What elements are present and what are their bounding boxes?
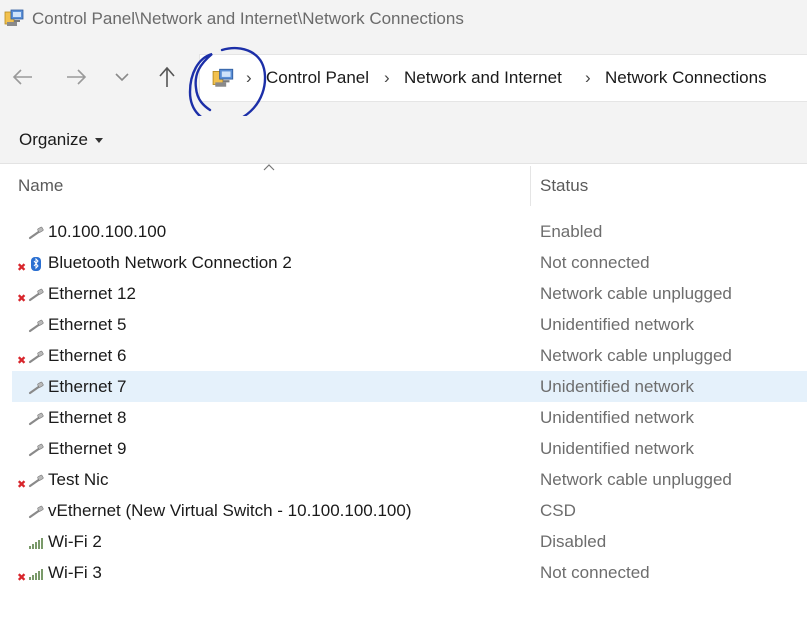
breadcrumb-separator[interactable]: › [585,68,591,88]
column-header-status[interactable]: Status [540,176,588,196]
connection-row-content: Ethernet 9 Unidentified network [0,433,807,464]
connection-status: Network cable unplugged [540,470,732,490]
breadcrumb-network-and-internet[interactable]: Network and Internet [404,68,562,88]
connection-row[interactable]: 10.100.100.100 Enabled [0,216,807,247]
connection-row-content: ✖ Ethernet 12 Network cable unplugged [0,278,807,309]
connection-status: Network cable unplugged [540,284,732,304]
wifi-signal-icon [28,536,44,550]
connection-row-content: 10.100.100.100 Enabled [0,216,807,247]
ethernet-icon [28,350,44,364]
error-x-icon: ✖ [17,356,26,366]
caret-down-icon [95,138,103,143]
connection-name: Ethernet 8 [48,408,126,428]
connection-row[interactable]: Wi-Fi 2 Disabled [0,526,807,557]
connection-status: Enabled [540,222,602,242]
connection-status: Unidentified network [540,315,694,335]
connection-row-content: Wi-Fi 2 Disabled [0,526,807,557]
column-header-name[interactable]: Name [18,176,63,196]
wifi-signal-icon [28,567,44,581]
connection-row[interactable]: ✖ Test Nic Network cable unplugged [0,464,807,495]
connection-name: Ethernet 5 [48,315,126,335]
arrow-up-icon [157,66,177,88]
breadcrumb-separator[interactable]: › [246,68,252,88]
connection-name: Ethernet 12 [48,284,136,304]
ethernet-icon [28,474,44,488]
ethernet-icon [28,319,44,333]
arrow-right-icon [65,68,87,86]
connection-status: Unidentified network [540,377,694,397]
network-connections-icon [4,8,26,28]
connection-name: Wi-Fi 3 [48,563,102,583]
address-bar[interactable]: › Control Panel › Network and Internet ›… [199,54,807,102]
connection-status: Not connected [540,253,650,273]
connection-row-content: Ethernet 5 Unidentified network [0,309,807,340]
connection-name: Ethernet 6 [48,346,126,366]
ethernet-icon [28,288,44,302]
connection-row-content: ✖ Ethernet 6 Network cable unplugged [0,340,807,371]
organize-menu-button[interactable]: Organize [19,130,103,150]
connection-status: Not connected [540,563,650,583]
connection-name: vEthernet (New Virtual Switch - 10.100.1… [48,501,412,521]
back-button[interactable] [9,62,37,92]
connection-row[interactable]: ✖ Ethernet 6 Network cable unplugged [0,340,807,371]
connection-row-content: ✖ Bluetooth Network Connection 2 Not conne… [0,247,807,278]
sort-ascending-icon [263,163,275,171]
network-connections-icon [212,67,236,89]
connection-name: Test Nic [48,470,108,490]
error-x-icon: ✖ [17,294,26,304]
navigation-bar: › Control Panel › Network and Internet ›… [0,40,807,116]
connection-row[interactable]: ✖ Bluetooth Network Connection 2 Not conne… [0,247,807,278]
ethernet-icon [28,443,44,457]
connection-row[interactable]: Ethernet 8 Unidentified network [0,402,807,433]
connection-row-content: Ethernet 7 Unidentified network [0,371,807,402]
connection-row[interactable]: Ethernet 5 Unidentified network [0,309,807,340]
breadcrumb-control-panel[interactable]: Control Panel [266,68,369,88]
organize-label: Organize [19,130,88,150]
breadcrumb-network-connections[interactable]: Network Connections [605,68,767,88]
command-toolbar: Organize [0,116,807,164]
recent-locations-button[interactable] [108,62,136,92]
connection-row-content: ✖ Wi-Fi 3 Not connected [0,557,807,588]
connection-row-content: vEthernet (New Virtual Switch - 10.100.1… [0,495,807,526]
connection-row-content: Ethernet 8 Unidentified network [0,402,807,433]
connection-name: Wi-Fi 2 [48,532,102,552]
ethernet-icon [28,226,44,240]
breadcrumb-separator[interactable]: › [384,68,390,88]
error-x-icon: ✖ [17,480,26,490]
connection-row[interactable]: Ethernet 9 Unidentified network [0,433,807,464]
connection-status: CSD [540,501,576,521]
title-bar: Control Panel\Network and Internet\Netwo… [0,0,807,40]
connection-name: Bluetooth Network Connection 2 [48,253,292,273]
connection-name: 10.100.100.100 [48,222,166,242]
ethernet-icon [28,505,44,519]
connection-row[interactable]: Ethernet 7 Unidentified network [12,371,807,402]
forward-button[interactable] [62,62,90,92]
ethernet-icon [28,381,44,395]
up-button[interactable] [153,62,181,92]
arrow-left-icon [12,68,34,86]
error-x-icon: ✖ [17,263,26,273]
ethernet-icon [28,412,44,426]
connection-row[interactable]: vEthernet (New Virtual Switch - 10.100.1… [0,495,807,526]
connection-row[interactable]: ✖ Ethernet 12 Network cable unplugged [0,278,807,309]
bluetooth-icon [28,257,44,271]
connection-name: Ethernet 7 [48,377,126,397]
connection-row-content: ✖ Test Nic Network cable unplugged [0,464,807,495]
connection-status: Unidentified network [540,408,694,428]
column-divider[interactable] [530,166,531,206]
chevron-down-icon [114,71,130,83]
connection-name: Ethernet 9 [48,439,126,459]
window-title: Control Panel\Network and Internet\Netwo… [32,9,464,29]
connection-status: Network cable unplugged [540,346,732,366]
connection-status: Disabled [540,532,606,552]
connection-row[interactable]: ✖ Wi-Fi 3 Not connected [0,557,807,588]
connection-status: Unidentified network [540,439,694,459]
error-x-icon: ✖ [17,573,26,583]
connections-list: 10.100.100.100 Enabled ✖ Bluetooth Network … [0,216,807,588]
